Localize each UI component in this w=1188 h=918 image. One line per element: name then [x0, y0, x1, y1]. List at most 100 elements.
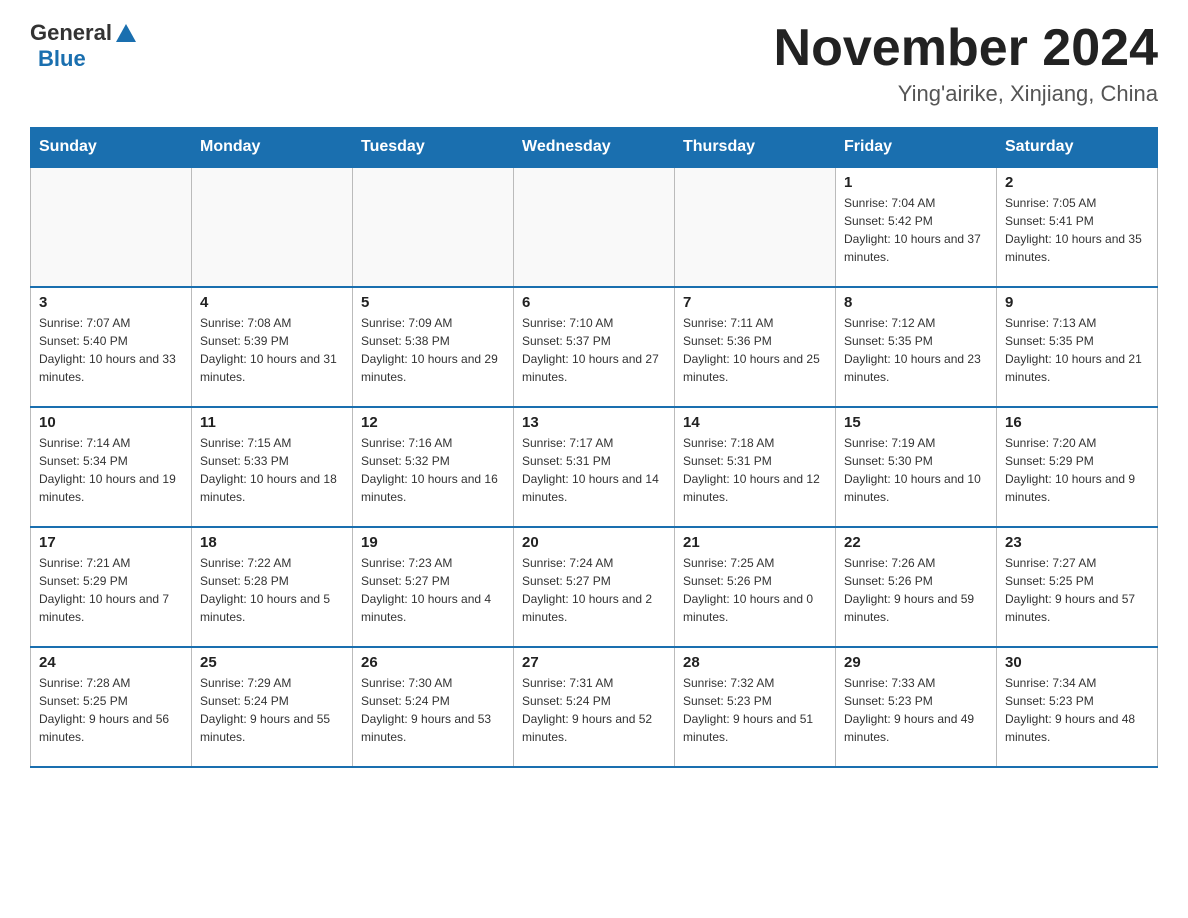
page-header: General Blue November 2024 Ying'airike, … — [30, 20, 1158, 107]
calendar-week-4: 17 Sunrise: 7:21 AM Sunset: 5:29 PM Dayli… — [31, 527, 1158, 647]
day-number: 17 — [39, 534, 183, 551]
calendar-cell-w5-d3: 26Sunrise: 7:30 AM Sunset: 5:24 PM Dayli… — [353, 647, 514, 767]
day-info: Sunrise: 7:05 AM Sunset: 5:41 PM Dayligh… — [1005, 194, 1149, 266]
day-number: 13 — [522, 414, 666, 431]
day-number: 14 — [683, 414, 827, 431]
header-monday: Monday — [192, 128, 353, 168]
day-number: 22 — [844, 534, 988, 551]
day-info: Sunrise: 7:11 AM Sunset: 5:36 PM Dayligh… — [683, 314, 827, 386]
day-info: Sunrise: 7:26 AM Sunset: 5:26 PM Dayligh… — [844, 554, 988, 626]
calendar-cell-w3-d7: 16 Sunrise: 7:20 AM Sunset: 5:29 PM Dayli… — [997, 407, 1158, 527]
calendar-cell-w1-d6: 1 Sunrise: 7:04 AM Sunset: 5:42 PM Daylig… — [836, 167, 997, 287]
calendar-cell-w4-d4: 20 Sunrise: 7:24 AM Sunset: 5:27 PM Dayli… — [514, 527, 675, 647]
logo: General Blue — [30, 20, 136, 72]
day-info: Sunrise: 7:18 AM Sunset: 5:31 PM Dayligh… — [683, 434, 827, 506]
header-wednesday: Wednesday — [514, 128, 675, 168]
day-number: 20 — [522, 534, 666, 551]
header-thursday: Thursday — [675, 128, 836, 168]
calendar-cell-w2-d7: 9 Sunrise: 7:13 AM Sunset: 5:35 PM Daylig… — [997, 287, 1158, 407]
day-info: Sunrise: 7:13 AM Sunset: 5:35 PM Dayligh… — [1005, 314, 1149, 386]
calendar-cell-w4-d3: 19Sunrise: 7:23 AM Sunset: 5:27 PM Dayli… — [353, 527, 514, 647]
calendar-cell-w3-d5: 14 Sunrise: 7:18 AM Sunset: 5:31 PM Dayli… — [675, 407, 836, 527]
day-info: Sunrise: 7:21 AM Sunset: 5:29 PM Dayligh… — [39, 554, 183, 626]
calendar-cell-w4-d6: 22 Sunrise: 7:26 AM Sunset: 5:26 PM Dayli… — [836, 527, 997, 647]
header-tuesday: Tuesday — [353, 128, 514, 168]
day-number: 25 — [200, 654, 344, 671]
logo-text-blue: Blue — [38, 46, 86, 71]
logo-text-general: General — [30, 20, 112, 46]
header-saturday: Saturday — [997, 128, 1158, 168]
day-info: Sunrise: 7:10 AM Sunset: 5:37 PM Dayligh… — [522, 314, 666, 386]
day-number: 4 — [200, 294, 344, 311]
day-number: 12 — [361, 414, 505, 431]
calendar-cell-w2-d1: 3Sunrise: 7:07 AM Sunset: 5:40 PM Daylig… — [31, 287, 192, 407]
day-info: Sunrise: 7:25 AM Sunset: 5:26 PM Dayligh… — [683, 554, 827, 626]
day-number: 21 — [683, 534, 827, 551]
day-info: Sunrise: 7:15 AM Sunset: 5:33 PM Dayligh… — [200, 434, 344, 506]
day-number: 23 — [1005, 534, 1149, 551]
day-number: 15 — [844, 414, 988, 431]
day-number: 2 — [1005, 174, 1149, 191]
calendar-cell-w3-d6: 15 Sunrise: 7:19 AM Sunset: 5:30 PM Dayli… — [836, 407, 997, 527]
day-info: Sunrise: 7:24 AM Sunset: 5:27 PM Dayligh… — [522, 554, 666, 626]
day-number: 24 — [39, 654, 183, 671]
calendar-header: Sunday Monday Tuesday Wednesday Thursday… — [31, 128, 1158, 168]
calendar-cell-w1-d2 — [192, 167, 353, 287]
calendar-cell-w3-d1: 10Sunrise: 7:14 AM Sunset: 5:34 PM Dayli… — [31, 407, 192, 527]
day-info: Sunrise: 7:14 AM Sunset: 5:34 PM Dayligh… — [39, 434, 183, 506]
day-info: Sunrise: 7:23 AM Sunset: 5:27 PM Dayligh… — [361, 554, 505, 626]
calendar-cell-w5-d4: 27Sunrise: 7:31 AM Sunset: 5:24 PM Dayli… — [514, 647, 675, 767]
calendar-cell-w1-d1 — [31, 167, 192, 287]
calendar-cell-w5-d7: 30 Sunrise: 7:34 AM Sunset: 5:23 PM Dayli… — [997, 647, 1158, 767]
calendar-cell-w3-d4: 13 Sunrise: 7:17 AM Sunset: 5:31 PM Dayli… — [514, 407, 675, 527]
calendar-cell-w4-d5: 21 Sunrise: 7:25 AM Sunset: 5:26 PM Dayli… — [675, 527, 836, 647]
day-info: Sunrise: 7:12 AM Sunset: 5:35 PM Dayligh… — [844, 314, 988, 386]
calendar-title-area: November 2024 Ying'airike, Xinjiang, Chi… — [774, 20, 1158, 107]
calendar-cell-w2-d2: 4 Sunrise: 7:08 AM Sunset: 5:39 PM Daylig… — [192, 287, 353, 407]
day-number: 1 — [844, 174, 988, 191]
calendar-cell-w3-d2: 11Sunrise: 7:15 AM Sunset: 5:33 PM Dayli… — [192, 407, 353, 527]
calendar-week-3: 10Sunrise: 7:14 AM Sunset: 5:34 PM Dayli… — [31, 407, 1158, 527]
calendar-cell-w1-d5 — [675, 167, 836, 287]
calendar-cell-w5-d6: 29Sunrise: 7:33 AM Sunset: 5:23 PM Dayli… — [836, 647, 997, 767]
calendar-cell-w5-d5: 28Sunrise: 7:32 AM Sunset: 5:23 PM Dayli… — [675, 647, 836, 767]
calendar-week-5: 24Sunrise: 7:28 AM Sunset: 5:25 PM Dayli… — [31, 647, 1158, 767]
day-info: Sunrise: 7:08 AM Sunset: 5:39 PM Dayligh… — [200, 314, 344, 386]
day-info: Sunrise: 7:34 AM Sunset: 5:23 PM Dayligh… — [1005, 674, 1149, 746]
day-number: 8 — [844, 294, 988, 311]
calendar-cell-w4-d7: 23 Sunrise: 7:27 AM Sunset: 5:25 PM Dayli… — [997, 527, 1158, 647]
day-number: 9 — [1005, 294, 1149, 311]
month-title: November 2024 — [774, 20, 1158, 77]
calendar-cell-w2-d6: 8 Sunrise: 7:12 AM Sunset: 5:35 PM Daylig… — [836, 287, 997, 407]
day-number: 30 — [1005, 654, 1149, 671]
day-info: Sunrise: 7:09 AM Sunset: 5:38 PM Dayligh… — [361, 314, 505, 386]
header-friday: Friday — [836, 128, 997, 168]
day-number: 29 — [844, 654, 988, 671]
calendar-cell-w2-d3: 5Sunrise: 7:09 AM Sunset: 5:38 PM Daylig… — [353, 287, 514, 407]
day-info: Sunrise: 7:29 AM Sunset: 5:24 PM Dayligh… — [200, 674, 344, 746]
weekday-header-row: Sunday Monday Tuesday Wednesday Thursday… — [31, 128, 1158, 168]
day-number: 28 — [683, 654, 827, 671]
day-info: Sunrise: 7:07 AM Sunset: 5:40 PM Dayligh… — [39, 314, 183, 386]
day-info: Sunrise: 7:22 AM Sunset: 5:28 PM Dayligh… — [200, 554, 344, 626]
day-info: Sunrise: 7:17 AM Sunset: 5:31 PM Dayligh… — [522, 434, 666, 506]
day-info: Sunrise: 7:27 AM Sunset: 5:25 PM Dayligh… — [1005, 554, 1149, 626]
day-number: 6 — [522, 294, 666, 311]
day-info: Sunrise: 7:19 AM Sunset: 5:30 PM Dayligh… — [844, 434, 988, 506]
calendar-cell-w2-d4: 6 Sunrise: 7:10 AM Sunset: 5:37 PM Daylig… — [514, 287, 675, 407]
day-info: Sunrise: 7:20 AM Sunset: 5:29 PM Dayligh… — [1005, 434, 1149, 506]
day-info: Sunrise: 7:30 AM Sunset: 5:24 PM Dayligh… — [361, 674, 505, 746]
calendar-table: Sunday Monday Tuesday Wednesday Thursday… — [30, 127, 1158, 768]
day-number: 16 — [1005, 414, 1149, 431]
calendar-cell-w4-d1: 17 Sunrise: 7:21 AM Sunset: 5:29 PM Dayli… — [31, 527, 192, 647]
day-info: Sunrise: 7:04 AM Sunset: 5:42 PM Dayligh… — [844, 194, 988, 266]
calendar-cell-w1-d4 — [514, 167, 675, 287]
calendar-cell-w5-d2: 25 Sunrise: 7:29 AM Sunset: 5:24 PM Dayli… — [192, 647, 353, 767]
calendar-cell-w1-d7: 2 Sunrise: 7:05 AM Sunset: 5:41 PM Daylig… — [997, 167, 1158, 287]
day-number: 18 — [200, 534, 344, 551]
calendar-cell-w3-d3: 12Sunrise: 7:16 AM Sunset: 5:32 PM Dayli… — [353, 407, 514, 527]
calendar-cell-w5-d1: 24Sunrise: 7:28 AM Sunset: 5:25 PM Dayli… — [31, 647, 192, 767]
day-number: 27 — [522, 654, 666, 671]
calendar-body: 1 Sunrise: 7:04 AM Sunset: 5:42 PM Daylig… — [31, 167, 1158, 767]
calendar-week-2: 3Sunrise: 7:07 AM Sunset: 5:40 PM Daylig… — [31, 287, 1158, 407]
